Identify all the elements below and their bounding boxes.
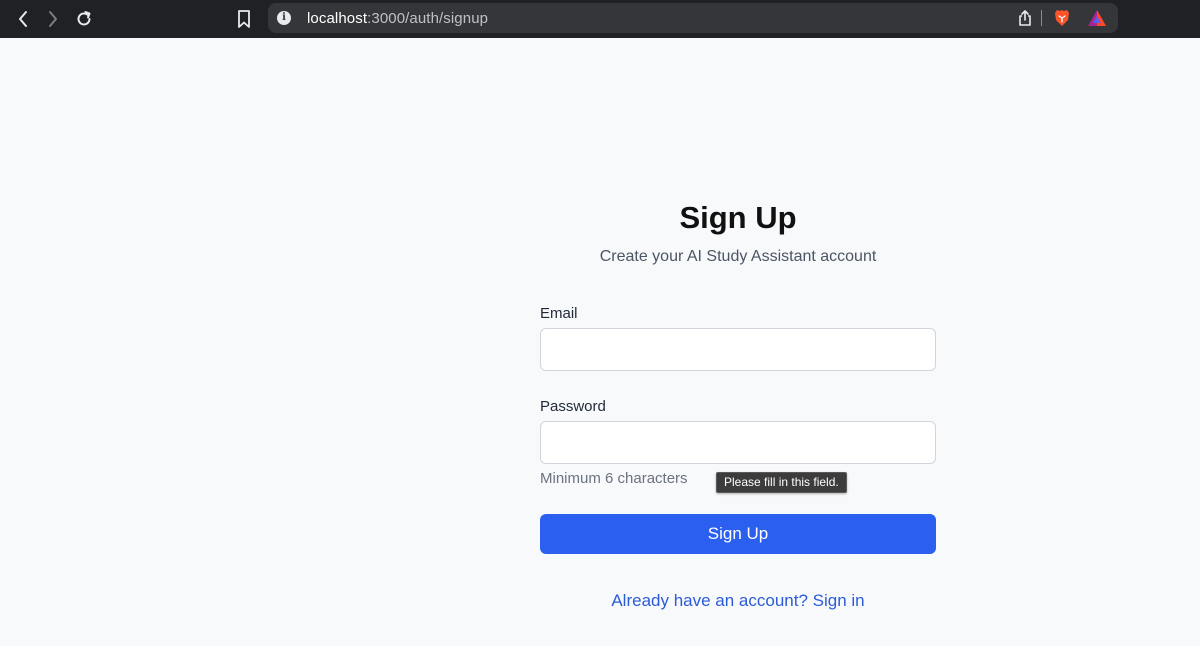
share-icon — [1019, 10, 1031, 26]
browser-toolbar: i localhost:3000/auth/signup — [0, 0, 1200, 38]
share-button[interactable] — [1014, 7, 1036, 29]
validation-tooltip: Please fill in this field. — [716, 472, 847, 493]
reload-icon — [77, 11, 91, 26]
brave-rewards-button[interactable] — [1086, 7, 1108, 29]
back-icon — [19, 11, 27, 27]
brave-shield-button[interactable] — [1051, 7, 1073, 29]
forward-button[interactable] — [40, 6, 66, 32]
omnibox-divider — [1041, 10, 1042, 26]
brave-rewards-icon — [1088, 10, 1106, 26]
brave-shield-icon — [1055, 10, 1069, 26]
password-label: Password — [540, 398, 606, 415]
sign-in-link[interactable]: Already have an account? Sign in — [540, 591, 936, 611]
page-subtitle: Create your AI Study Assistant account — [599, 248, 877, 265]
info-icon[interactable]: i — [277, 11, 291, 25]
url-text[interactable]: localhost:3000/auth/signup — [307, 10, 488, 27]
address-bar[interactable]: i localhost:3000/auth/signup — [268, 3, 1118, 33]
back-button[interactable] — [10, 6, 36, 32]
password-hint: Minimum 6 characters — [540, 470, 688, 487]
url-host: localhost — [307, 10, 368, 27]
email-label: Email — [540, 305, 578, 322]
password-field[interactable] — [540, 421, 936, 464]
bookmark-icon — [238, 10, 250, 28]
email-field[interactable] — [540, 328, 936, 371]
reload-button[interactable] — [71, 6, 97, 32]
forward-icon — [49, 11, 57, 27]
sign-up-button[interactable]: Sign Up — [540, 514, 936, 554]
bookmark-button[interactable] — [231, 6, 257, 32]
page-title: Sign Up — [679, 200, 797, 235]
url-path: :3000/auth/signup — [367, 10, 489, 27]
